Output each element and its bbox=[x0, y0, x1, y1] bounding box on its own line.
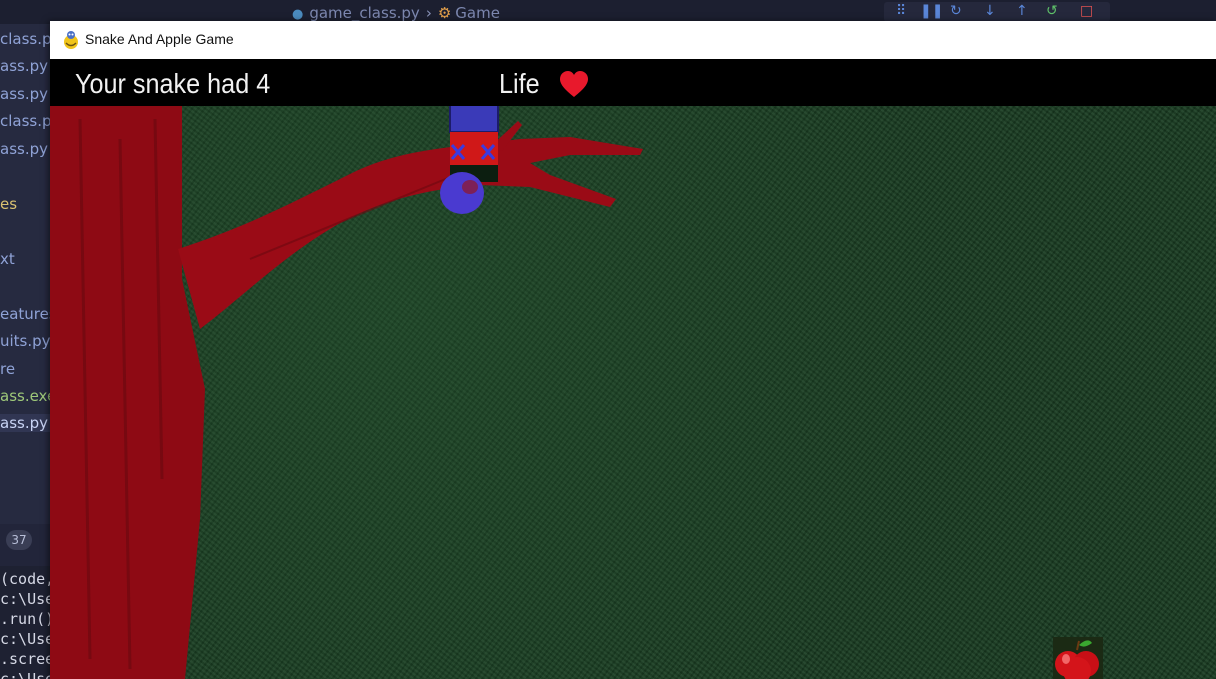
life-label: Life bbox=[499, 68, 540, 99]
explorer-item[interactable]: class.py bbox=[0, 30, 50, 48]
game-canvas[interactable]: Your snake had 4 Life bbox=[50, 59, 1216, 679]
game-scene bbox=[50, 85, 1103, 679]
explorer-item[interactable]: ass.exe bbox=[0, 387, 50, 405]
snake-tail bbox=[440, 172, 484, 214]
terminal-line: .run() bbox=[0, 610, 50, 628]
apple-icon bbox=[1053, 637, 1103, 679]
explorer-item[interactable]: xt bbox=[0, 250, 15, 268]
debug-toolbar: ⠿ ❚❚ ↻ ↓ ↑ ↺ □ bbox=[884, 2, 1110, 22]
explorer-item[interactable]: eatures bbox=[0, 305, 50, 323]
step-into-icon[interactable]: ↓ bbox=[984, 3, 996, 19]
terminal-line: .scree bbox=[0, 650, 50, 668]
terminal-line: c:\Use bbox=[0, 670, 50, 679]
step-out-icon[interactable]: ↑ bbox=[1016, 3, 1028, 19]
explorer-item[interactable]: ass.py bbox=[0, 57, 48, 75]
python-file-icon: ● bbox=[292, 7, 304, 22]
window-title: Snake And Apple Game bbox=[85, 31, 234, 47]
step-over-icon[interactable]: ↻ bbox=[950, 3, 962, 19]
breadcrumb-file[interactable]: game_class.py bbox=[309, 4, 419, 22]
explorer-item[interactable]: class.py bbox=[0, 112, 50, 130]
explorer-item[interactable]: ass.py bbox=[0, 140, 48, 158]
drag-handle-icon[interactable]: ⠿ bbox=[896, 3, 906, 19]
explorer-item-active[interactable]: ass.py bbox=[0, 414, 50, 432]
problems-count-badge: 37 bbox=[6, 530, 32, 550]
explorer-item[interactable]: es bbox=[0, 195, 17, 213]
breadcrumb-symbol[interactable]: Game bbox=[455, 4, 500, 22]
breadcrumb: ● game_class.py › ⚙ Game bbox=[292, 4, 500, 22]
pause-icon[interactable]: ❚❚ bbox=[920, 3, 943, 19]
terminal-line: c:\Use bbox=[0, 590, 50, 608]
window-titlebar[interactable]: Snake And Apple Game bbox=[50, 21, 1216, 59]
terminal-line: c:\Use bbox=[0, 630, 50, 648]
explorer-item[interactable]: re bbox=[0, 360, 15, 378]
heart-icon bbox=[560, 71, 588, 97]
restart-icon[interactable]: ↺ bbox=[1046, 3, 1058, 19]
chevron-right-icon: › bbox=[425, 4, 432, 22]
terminal-line: (code, bbox=[0, 570, 50, 588]
pygame-snake-icon bbox=[64, 31, 78, 49]
terminal-panel: (code, c:\Use .run() c:\Use .scree c:\Us… bbox=[0, 566, 50, 679]
explorer-item[interactable]: ass.py bbox=[0, 85, 48, 103]
file-explorer: class.py ass.py ass.py class.py ass.py e… bbox=[0, 24, 50, 524]
class-symbol-icon: ⚙ bbox=[437, 4, 452, 22]
explorer-item[interactable]: uits.py bbox=[0, 332, 50, 350]
score-text: Your snake had 4 bbox=[75, 68, 271, 99]
game-window[interactable]: Snake And Apple Game Your snake had 4 Li… bbox=[50, 21, 1216, 679]
stop-icon[interactable]: □ bbox=[1080, 3, 1093, 19]
tree-branch bbox=[178, 137, 643, 329]
hud-bar: Your snake had 4 Life bbox=[50, 59, 1216, 106]
